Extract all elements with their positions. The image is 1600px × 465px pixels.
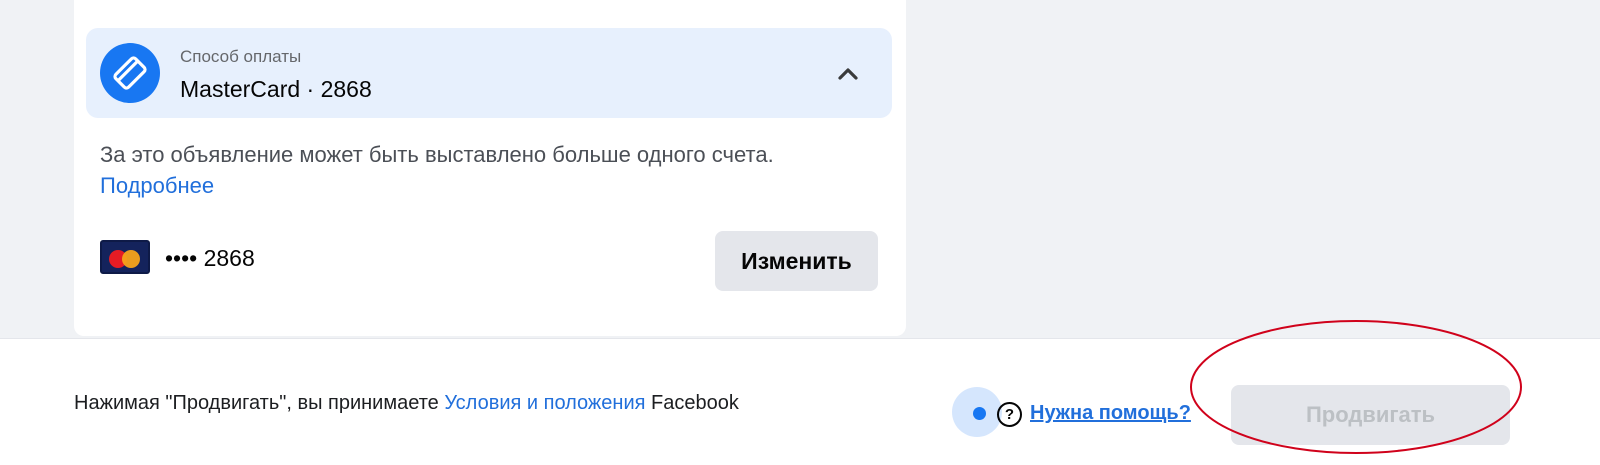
terms-prefix: Нажимая "Продвигать", вы принимаете <box>74 392 439 414</box>
page: Способ оплаты MasterCard · 2868 За это о… <box>0 0 1600 465</box>
billing-note-text: За это объявление может быть выставлено … <box>100 142 774 167</box>
payment-card: Способ оплаты MasterCard · 2868 За это о… <box>74 0 906 336</box>
terms-suffix: Facebook <box>651 392 739 414</box>
payment-method-value: MasterCard · 2868 <box>180 76 372 102</box>
annotation-circle <box>1190 320 1522 454</box>
terms-text: Нажимая "Продвигать", вы принимаете Усло… <box>74 392 739 415</box>
billing-note: За это объявление может быть выставлено … <box>100 139 860 201</box>
question-icon[interactable]: ? <box>997 402 1022 427</box>
card-number: •••• 2868 <box>165 245 255 271</box>
terms-link[interactable]: Условия и положения <box>444 392 645 414</box>
payment-method-label: Способ оплаты <box>180 47 302 66</box>
pointer-dot <box>973 407 986 420</box>
change-button[interactable]: Изменить <box>715 231 878 291</box>
help-link[interactable]: Нужна помощь? <box>1030 402 1191 425</box>
credit-card-icon <box>100 43 160 103</box>
payment-method-header[interactable]: Способ оплаты MasterCard · 2868 <box>86 28 892 118</box>
learn-more-link[interactable]: Подробнее <box>100 173 214 198</box>
chevron-up-icon[interactable] <box>834 62 862 84</box>
mastercard-icon <box>100 240 150 274</box>
